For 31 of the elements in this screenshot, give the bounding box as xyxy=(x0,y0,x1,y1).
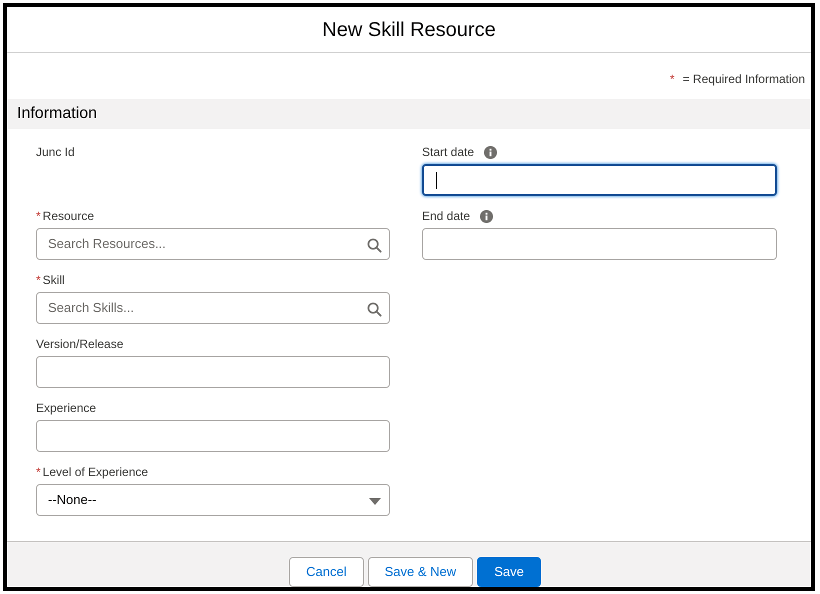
required-note: = Required Information xyxy=(682,71,805,88)
required-mark: * xyxy=(36,208,41,225)
search-icon xyxy=(367,238,382,253)
footer-button[interactable]: Cancel xyxy=(289,557,364,587)
field-label: Start date xyxy=(422,144,474,161)
field-label: End date xyxy=(422,208,470,225)
info-icon[interactable] xyxy=(484,146,498,158)
search-field[interactable]: Search Skills... xyxy=(36,292,390,324)
required-mark: * xyxy=(36,272,41,289)
required-mark: * xyxy=(670,71,675,88)
dialog-title: New Skill Resource xyxy=(322,18,496,42)
picklist-field[interactable]: --None-- xyxy=(36,484,390,516)
date-field[interactable] xyxy=(422,164,777,196)
input-field[interactable] xyxy=(36,420,390,452)
search-field[interactable]: Search Resources... xyxy=(36,228,390,260)
save-button[interactable]: Save xyxy=(477,557,541,587)
field-label: Level of Experience xyxy=(42,464,148,481)
field-label: Resource xyxy=(42,208,94,225)
field-label: Junc Id xyxy=(36,144,75,161)
search-icon xyxy=(367,302,382,317)
input-field[interactable] xyxy=(36,356,390,388)
field-label: Skill xyxy=(42,272,65,289)
text-cursor xyxy=(436,172,437,188)
field-label: Version/Release xyxy=(36,336,124,353)
info-icon[interactable] xyxy=(480,210,494,222)
required-mark: * xyxy=(36,464,41,481)
footer-button[interactable]: Save & New xyxy=(368,557,474,587)
date-field[interactable] xyxy=(422,228,777,260)
field-label: Experience xyxy=(36,400,96,417)
dropdown-arrow-icon xyxy=(369,498,381,506)
section-title: Information xyxy=(17,104,98,124)
